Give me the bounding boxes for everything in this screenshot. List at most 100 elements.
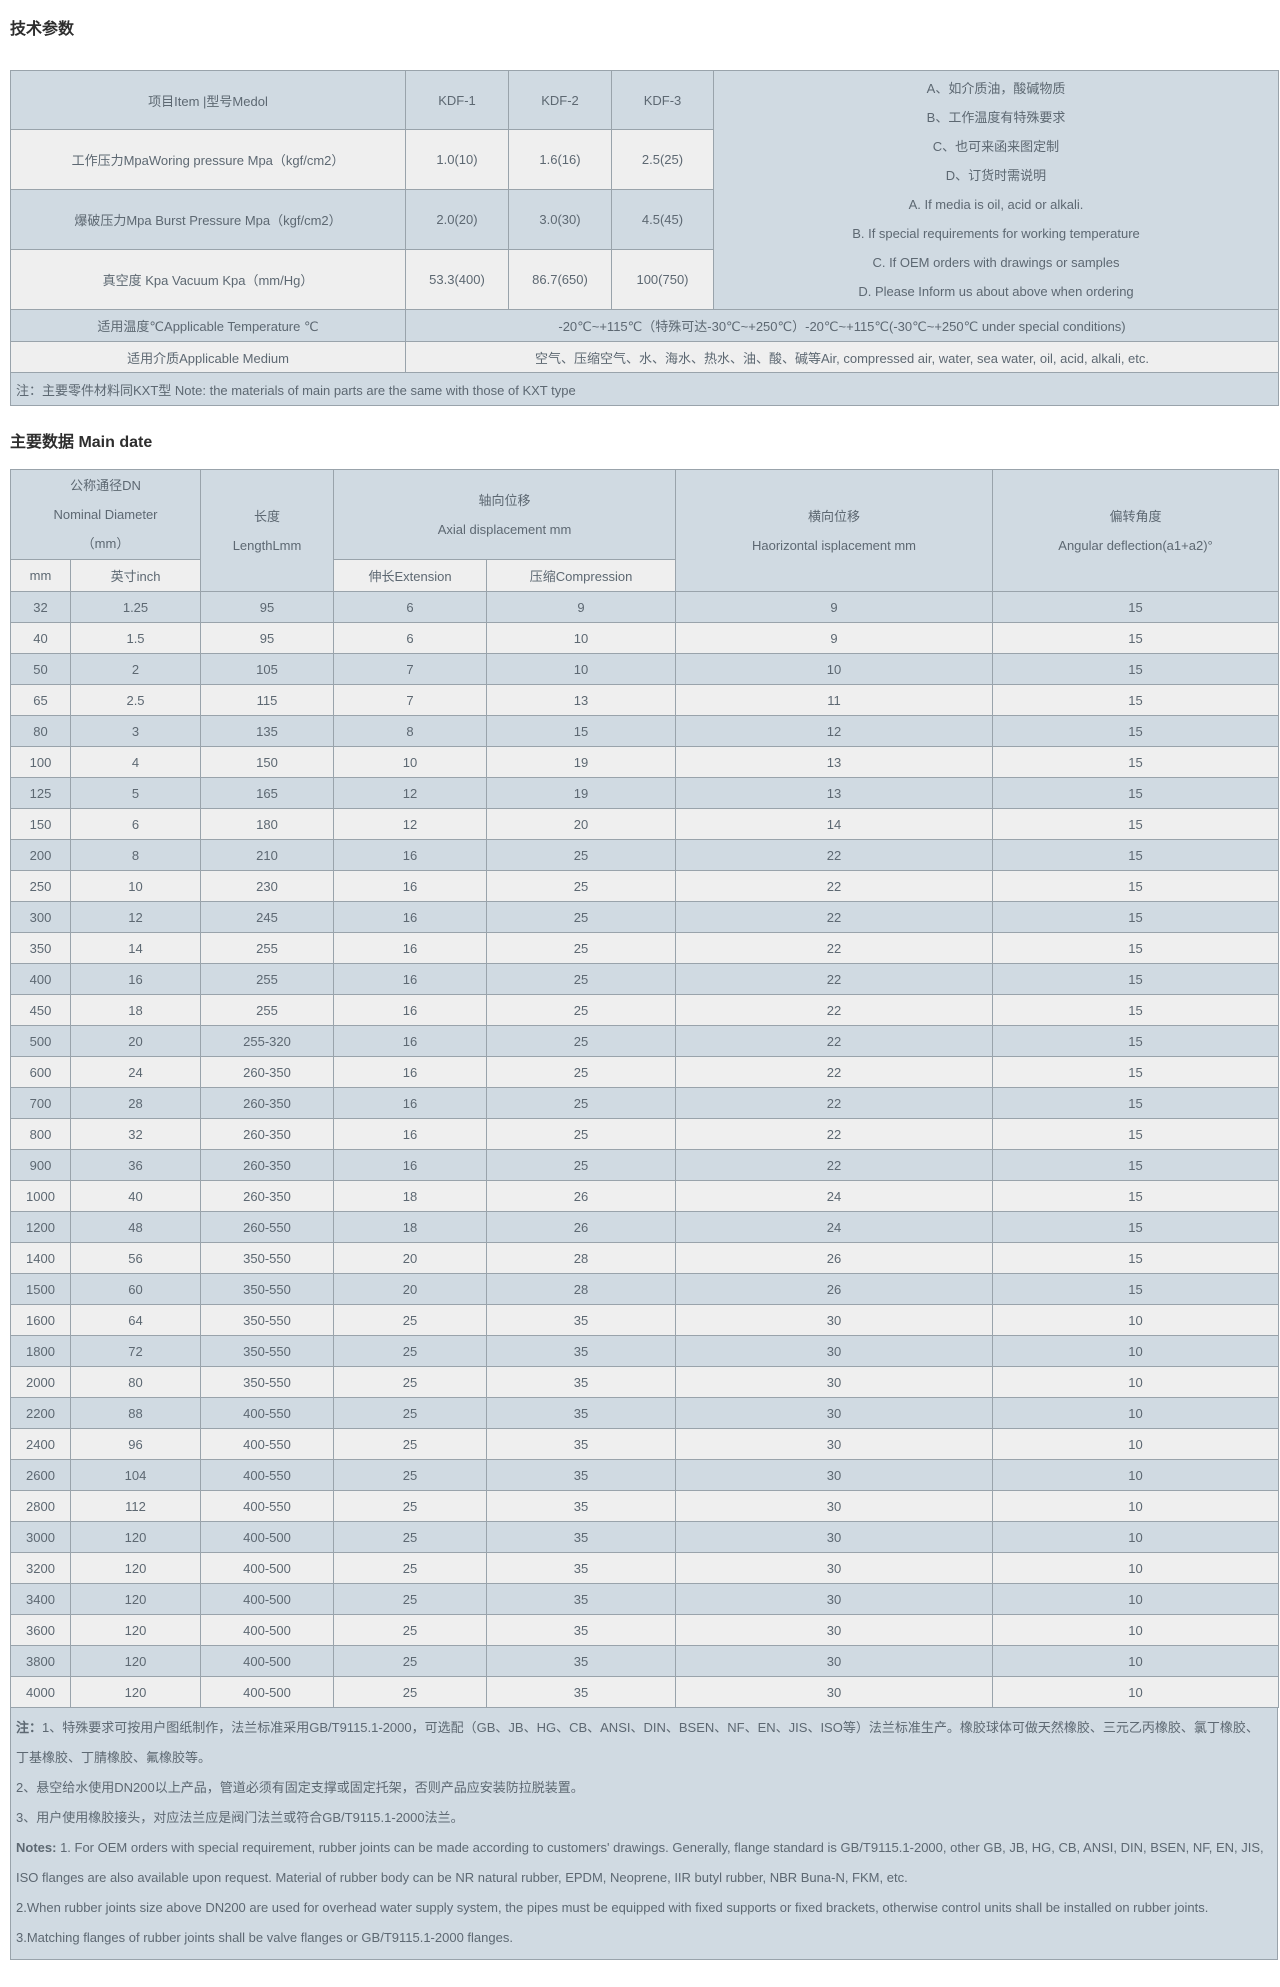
cell: 120 (71, 1677, 201, 1708)
cell: 25 (334, 1367, 487, 1398)
cell: 96 (71, 1429, 201, 1460)
cell: 25 (334, 1553, 487, 1584)
table-row: 50020255-32016252215 (11, 1026, 1279, 1057)
cell: 2.5 (71, 685, 201, 716)
cell: 22 (676, 1119, 993, 1150)
cell: 30 (676, 1367, 993, 1398)
cell: 35 (487, 1491, 676, 1522)
model-header-kdf2: KDF-2 (509, 71, 612, 130)
cell: 30 (676, 1522, 993, 1553)
cell: 80 (71, 1367, 201, 1398)
cell: 28 (487, 1274, 676, 1305)
cell: 15 (993, 654, 1279, 685)
cell: 25 (334, 1398, 487, 1429)
table-row: 3001224516252215 (11, 902, 1279, 933)
table-row: 200821016252215 (11, 840, 1279, 871)
cell: 255-320 (201, 1026, 334, 1057)
table-row: 4501825516252215 (11, 995, 1279, 1026)
cell: 260-550 (201, 1212, 334, 1243)
cell: 3200 (11, 1553, 71, 1584)
table-row: 3400120400-50025353010 (11, 1584, 1279, 1615)
cell: 25 (334, 1460, 487, 1491)
cell: 12 (71, 902, 201, 933)
table-row: 2800112400-55025353010 (11, 1491, 1279, 1522)
cell: 1.5 (71, 623, 201, 654)
cell: 24 (676, 1181, 993, 1212)
cell: 65 (11, 685, 71, 716)
cell: 35 (487, 1305, 676, 1336)
cell: 3600 (11, 1615, 71, 1646)
cell: 1200 (11, 1212, 71, 1243)
cell: 95 (201, 623, 334, 654)
cell: 26 (487, 1212, 676, 1243)
cell: 15 (993, 1119, 1279, 1150)
cell: 15 (993, 685, 1279, 716)
cell: 15 (993, 1181, 1279, 1212)
cell: 22 (676, 933, 993, 964)
table-row: 60024260-35016252215 (11, 1057, 1279, 1088)
model-header-kdf3: KDF-3 (612, 71, 714, 130)
cell: 2600 (11, 1460, 71, 1491)
cell: 9 (676, 623, 993, 654)
main-table-header: 公称通径DN Nominal Diameter （mm） 长度 LengthLm… (11, 470, 1279, 592)
cell: 260-350 (201, 1057, 334, 1088)
cell: 150 (11, 809, 71, 840)
cell: 13 (487, 685, 676, 716)
table-row: 2501023016252215 (11, 871, 1279, 902)
side-note-line: D. Please Inform us about above when ord… (718, 277, 1274, 306)
table-row: 321.259569915 (11, 592, 1279, 623)
cell: 30 (676, 1336, 993, 1367)
param-value: 86.7(650) (509, 250, 612, 310)
cell: 10 (993, 1646, 1279, 1677)
table-row: 125516512191315 (11, 778, 1279, 809)
subheader-inch: 英寸inch (71, 560, 201, 592)
cell: 30 (676, 1429, 993, 1460)
cell: 60 (71, 1274, 201, 1305)
cell: 125 (11, 778, 71, 809)
table-row: 120048260-55018262415 (11, 1212, 1279, 1243)
cell: 10 (993, 1367, 1279, 1398)
cell: 4 (71, 747, 201, 778)
cell: 16 (334, 871, 487, 902)
cell: 25 (334, 1336, 487, 1367)
cell: 1.25 (71, 592, 201, 623)
cell: 104 (71, 1460, 201, 1491)
cell: 255 (201, 933, 334, 964)
cell: 25 (334, 1615, 487, 1646)
table-row: 3800120400-50025353010 (11, 1646, 1279, 1677)
cell: 22 (676, 964, 993, 995)
cell: 10 (993, 1584, 1279, 1615)
cell: 450 (11, 995, 71, 1026)
notes-panel: 注：1、特殊要求可按用户图纸制作，法兰标准采用GB/T9115.1-2000，可… (10, 1708, 1278, 1960)
note-line-zh-2: 2、悬空给水使用DN200以上产品，管道必须有固定支撑或固定托架，否则产品应安装… (16, 1773, 1267, 1803)
header-length: 长度 LengthLmm (201, 470, 334, 592)
table-row: 150060350-55020282615 (11, 1274, 1279, 1305)
cell: 56 (71, 1243, 201, 1274)
cell: 700 (11, 1088, 71, 1119)
cell: 35 (487, 1615, 676, 1646)
note-en-prefix: Notes: (16, 1840, 60, 1855)
cell: 15 (993, 716, 1279, 747)
cell: 10 (993, 1491, 1279, 1522)
cell: 25 (487, 1026, 676, 1057)
cell: 13 (676, 778, 993, 809)
header-nominal-diameter: 公称通径DN Nominal Diameter （mm） (11, 470, 201, 560)
param-value: 1.6(16) (509, 130, 612, 190)
cell: 16 (334, 1088, 487, 1119)
param-value-medium: 空气、压缩空气、水、海水、热水、油、酸、碱等Air, compressed ai… (406, 342, 1279, 373)
cell: 64 (71, 1305, 201, 1336)
cell: 1800 (11, 1336, 71, 1367)
cell: 112 (71, 1491, 201, 1522)
cell: 30 (676, 1615, 993, 1646)
cell: 25 (334, 1429, 487, 1460)
cell: 15 (993, 809, 1279, 840)
cell: 10 (993, 1336, 1279, 1367)
table-row: 70028260-35016252215 (11, 1088, 1279, 1119)
cell: 300 (11, 902, 71, 933)
cell: 9 (676, 592, 993, 623)
cell: 25 (487, 964, 676, 995)
note-line-en-2: 2.When rubber joints size above DN200 ar… (16, 1893, 1267, 1923)
table-row: 80032260-35016252215 (11, 1119, 1279, 1150)
table-row: 100415010191315 (11, 747, 1279, 778)
cell: 15 (993, 1274, 1279, 1305)
